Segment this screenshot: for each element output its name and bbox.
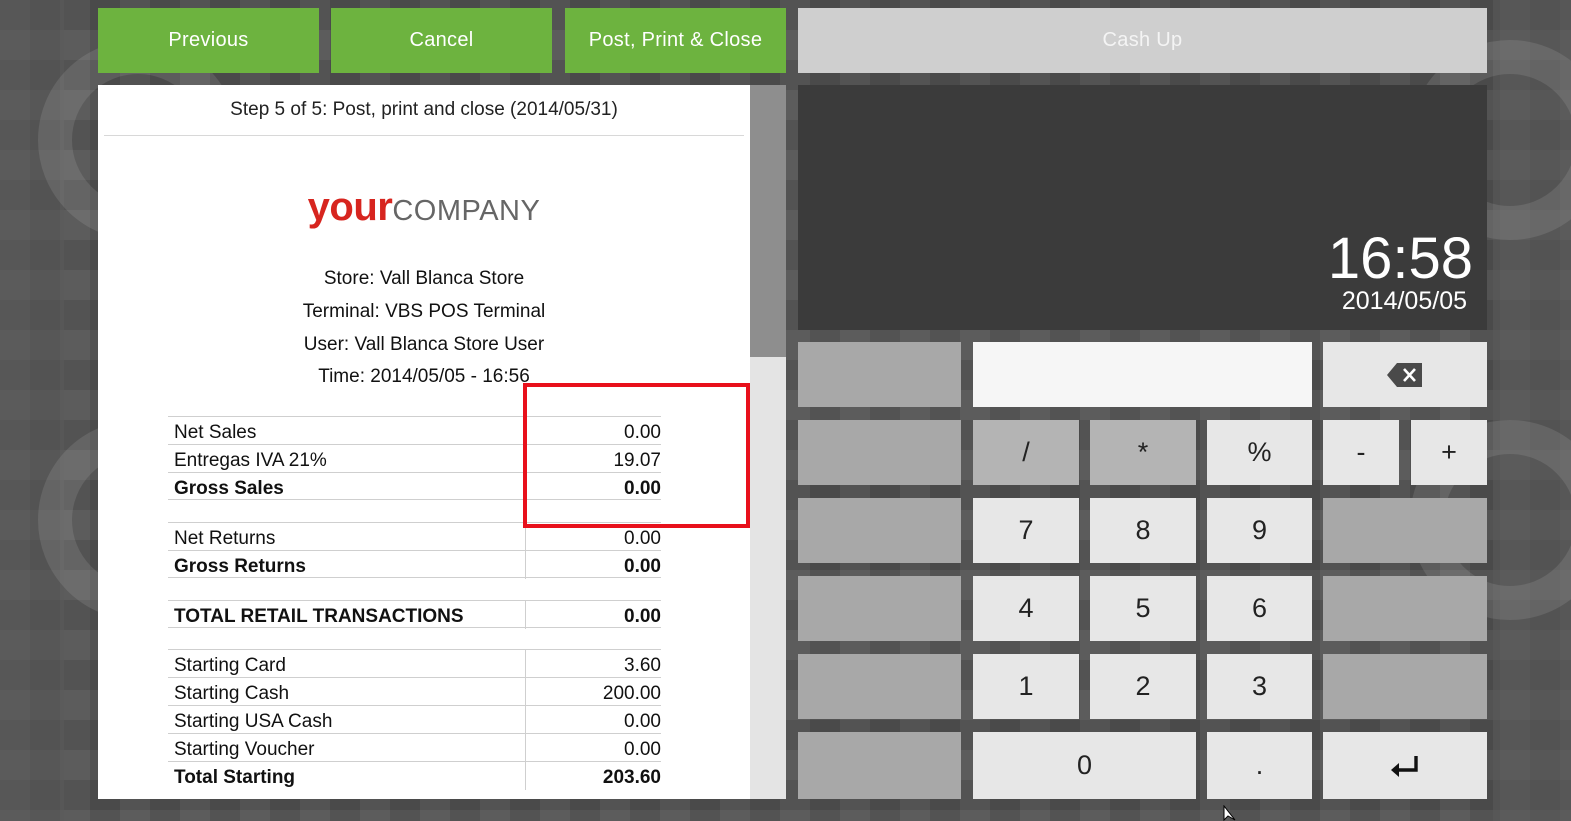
receipt-row-starting-usa-cash: Starting USA Cash 0.00 <box>168 705 661 734</box>
cash-up-button[interactable]: Cash Up <box>798 8 1487 73</box>
row-value: 3.60 <box>624 655 661 676</box>
side-button-2[interactable] <box>798 420 961 485</box>
row-label: Starting Card <box>174 655 286 676</box>
company-logo: yourCOMPANY <box>98 185 750 230</box>
column-divider <box>525 762 526 790</box>
key-9-button[interactable]: 9 <box>1207 498 1312 563</box>
receipt-row-starting-voucher: Starting Voucher 0.00 <box>168 733 661 762</box>
enter-button[interactable] <box>1323 732 1487 799</box>
row-label: Starting Cash <box>174 683 290 704</box>
row-value: 203.60 <box>602 767 661 788</box>
side-button-3[interactable] <box>798 498 961 563</box>
backspace-button[interactable] <box>1323 342 1487 407</box>
blank-key-1[interactable] <box>1323 498 1487 563</box>
step-title: Step 5 of 5: Post, print and close (2014… <box>104 85 744 136</box>
key-4-button[interactable]: 4 <box>973 576 1079 641</box>
user-line: User: Vall Blanca Store User <box>303 334 545 355</box>
row-value: 0.00 <box>624 556 661 577</box>
logo-company-text: COMPANY <box>392 195 541 227</box>
receipt-row-gross-returns: Gross Returns 0.00 <box>168 550 661 579</box>
column-divider <box>525 650 526 678</box>
blank-key-2[interactable] <box>1323 576 1487 641</box>
row-label: Starting Voucher <box>174 739 315 760</box>
row-label: Entregas IVA 21% <box>174 450 327 471</box>
enter-icon <box>1391 755 1418 777</box>
row-label: Net Sales <box>174 422 257 443</box>
column-divider <box>525 706 526 734</box>
clock-time: 16:58 <box>1327 226 1473 291</box>
key-6-button[interactable]: 6 <box>1207 576 1312 641</box>
keypad-input[interactable] <box>973 342 1312 407</box>
row-value: 0.00 <box>624 606 661 627</box>
side-button-5[interactable] <box>798 654 961 719</box>
clock-date: 2014/05/05 <box>1341 287 1467 315</box>
side-button-4[interactable] <box>798 576 961 641</box>
receipt-row-starting-cash: Starting Cash 200.00 <box>168 677 661 706</box>
column-divider <box>525 678 526 706</box>
row-value: 0.00 <box>624 711 661 732</box>
post-print-close-button[interactable]: Post, Print & Close <box>565 8 786 73</box>
logo-your-text: your <box>307 185 393 229</box>
row-label: TOTAL RETAIL TRANSACTIONS <box>174 606 464 627</box>
key-7-button[interactable]: 7 <box>973 498 1079 563</box>
store-line: Store: Vall Blanca Store <box>323 268 525 289</box>
multiply-button[interactable]: * <box>1090 420 1196 485</box>
previous-button[interactable]: Previous <box>98 8 319 73</box>
blank-key-3[interactable] <box>1323 654 1487 719</box>
receipt-row-total-starting: Total Starting 203.60 <box>168 761 661 790</box>
highlight-annotation-box <box>523 383 750 528</box>
decimal-point-button[interactable]: . <box>1207 732 1312 799</box>
percent-button[interactable]: % <box>1207 420 1312 485</box>
receipt-row-starting-card: Starting Card 3.60 <box>168 649 661 678</box>
row-label: Gross Returns <box>174 556 306 577</box>
key-5-button[interactable]: 5 <box>1090 576 1196 641</box>
cancel-button[interactable]: Cancel <box>331 8 552 73</box>
column-divider <box>525 601 526 629</box>
receipt-row-total-retail: TOTAL RETAIL TRANSACTIONS 0.00 <box>168 600 661 629</box>
row-label: Net Returns <box>174 528 276 549</box>
row-value: 0.00 <box>624 739 661 760</box>
backspace-icon <box>1387 362 1422 387</box>
key-3-button[interactable]: 3 <box>1207 654 1312 719</box>
side-button-1[interactable] <box>798 342 961 407</box>
terminal-line: Terminal: VBS POS Terminal <box>302 301 546 322</box>
mouse-pointer-icon <box>1223 805 1236 821</box>
plus-button[interactable]: + <box>1411 420 1487 485</box>
row-value: 0.00 <box>624 528 661 549</box>
column-divider <box>525 734 526 762</box>
row-label: Gross Sales <box>174 478 284 499</box>
key-2-button[interactable]: 2 <box>1090 654 1196 719</box>
row-label: Total Starting <box>174 767 296 788</box>
row-value: 200.00 <box>602 683 661 704</box>
display-screen: 16:58 2014/05/05 <box>798 85 1487 330</box>
key-8-button[interactable]: 8 <box>1090 498 1196 563</box>
row-label: Starting USA Cash <box>174 711 333 732</box>
side-button-6[interactable] <box>798 732 961 799</box>
key-0-button[interactable]: 0 <box>973 732 1196 799</box>
minus-button[interactable]: - <box>1323 420 1399 485</box>
receipt-scrollbar-thumb[interactable] <box>750 85 786 357</box>
key-1-button[interactable]: 1 <box>973 654 1079 719</box>
column-divider <box>525 551 526 579</box>
divide-button[interactable]: / <box>973 420 1079 485</box>
